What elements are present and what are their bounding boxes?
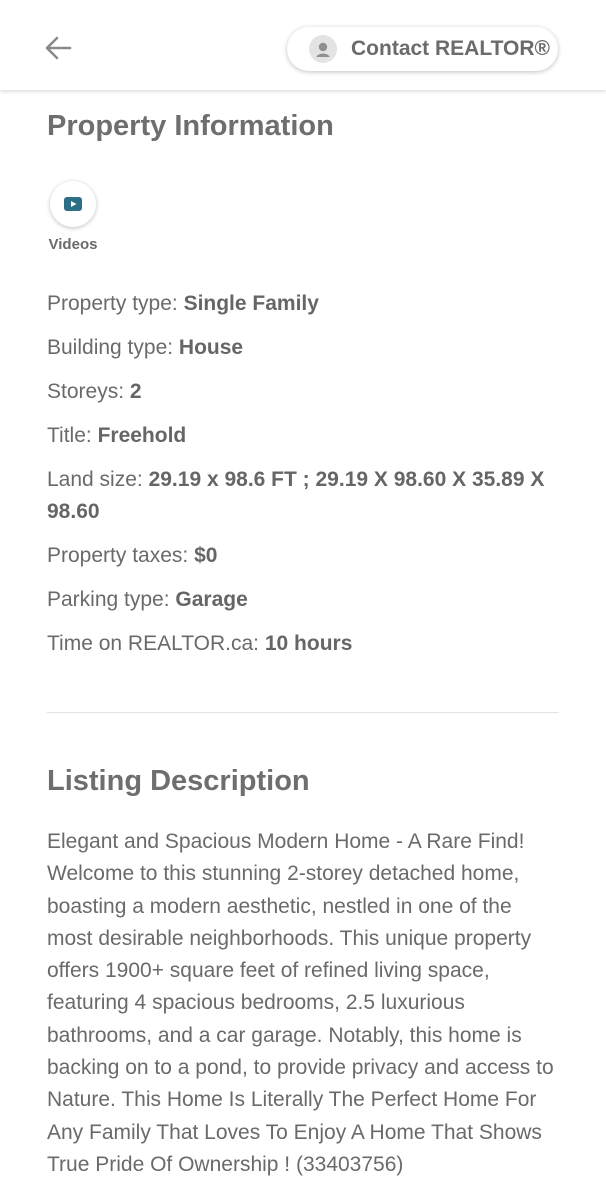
detail-time-on-site: Time on REALTOR.ca: 10 hours (47, 628, 559, 660)
detail-building-type: Building type: House (47, 332, 559, 364)
listing-description-text: Elegant and Spacious Modern Home - A Rar… (47, 830, 554, 1176)
detail-label: Property type: (47, 292, 184, 315)
detail-value: House (178, 336, 244, 359)
videos-button[interactable]: Videos (47, 181, 99, 253)
detail-title: Title: Freehold (47, 420, 559, 452)
detail-label: Title: (47, 424, 98, 447)
back-button[interactable] (40, 30, 76, 66)
detail-property-taxes: Property taxes: $0 (47, 540, 559, 572)
contact-realtor-button[interactable]: Contact REALTOR® (287, 27, 558, 71)
play-video-icon (64, 197, 82, 211)
video-circle (50, 181, 96, 227)
detail-value: $0 (194, 544, 218, 567)
section-divider (47, 712, 559, 713)
detail-value: 10 hours (264, 632, 353, 655)
realtor-avatar-icon (309, 35, 337, 63)
detail-value: 2 (129, 380, 142, 403)
detail-label: Time on REALTOR.ca: (47, 632, 265, 655)
detail-label: Property taxes: (47, 544, 195, 567)
detail-land-size: Land size: 29.19 x 98.6 FT ; 29.19 X 98.… (47, 464, 559, 528)
detail-label: Parking type: (47, 588, 176, 611)
detail-label: Land size: (47, 468, 149, 491)
detail-value: Single Family (183, 292, 319, 315)
detail-label: Storeys: (47, 380, 130, 403)
detail-parking-type: Parking type: Garage (47, 584, 559, 616)
detail-value: Freehold (97, 424, 187, 447)
property-details-list: Property type: Single Family Building ty… (47, 288, 559, 672)
detail-property-type: Property type: Single Family (47, 288, 559, 320)
top-bar: Contact REALTOR® (0, 0, 606, 90)
property-information-heading: Property Information (47, 110, 334, 142)
detail-storeys: Storeys: 2 (47, 376, 559, 408)
videos-label: Videos (48, 236, 98, 253)
contact-realtor-label: Contact REALTOR® (351, 37, 551, 60)
detail-value: Garage (175, 588, 248, 611)
arrow-left-icon (45, 36, 72, 60)
detail-label: Building type: (47, 336, 179, 359)
listing-description-heading: Listing Description (47, 765, 310, 797)
